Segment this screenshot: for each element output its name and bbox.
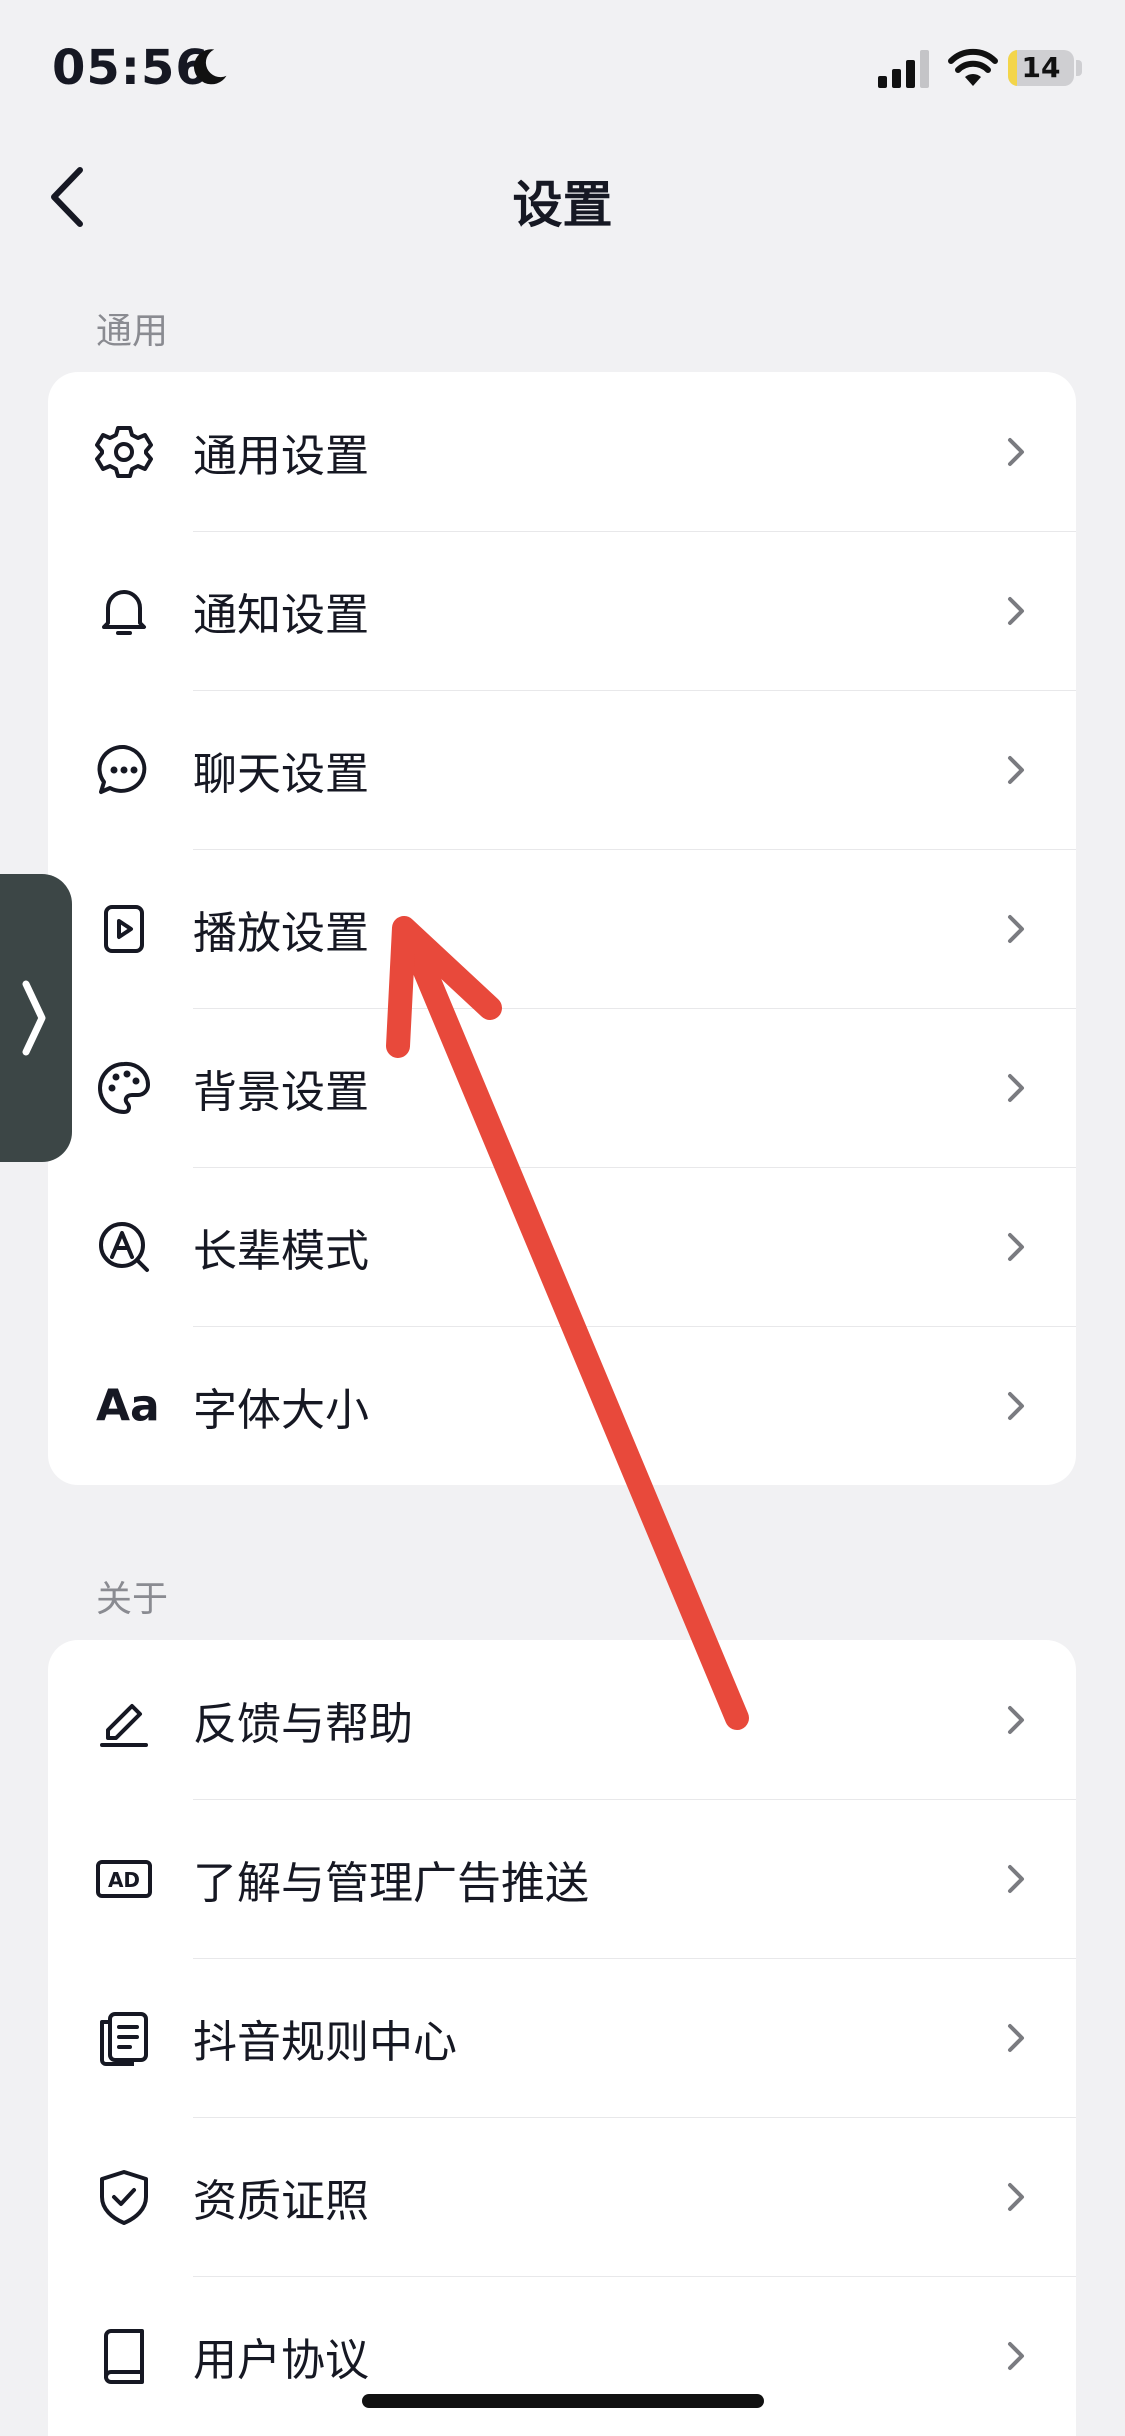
annotation-arrow bbox=[386, 916, 749, 1730]
home-indicator bbox=[362, 2394, 764, 2408]
annotation-arrow-shaft bbox=[400, 928, 749, 1730]
